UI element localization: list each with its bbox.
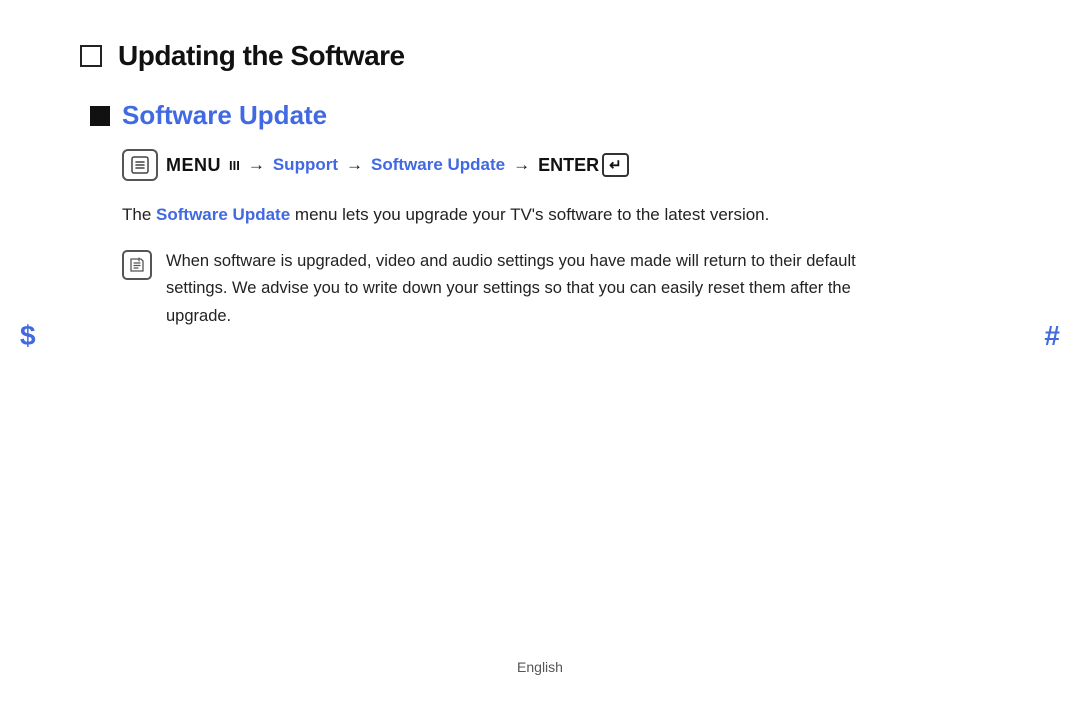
- menu-subscript: III: [229, 158, 240, 173]
- note-text: When software is upgraded, video and aud…: [166, 248, 920, 330]
- note-container: When software is upgraded, video and aud…: [122, 248, 920, 330]
- description-text: The Software Update menu lets you upgrad…: [122, 201, 920, 228]
- menu-label: MENU: [166, 155, 221, 176]
- section-title: Software Update: [122, 100, 327, 131]
- menu-icon: [122, 149, 158, 181]
- software-update-section: Software Update MENU III → Support → Soft…: [90, 100, 920, 330]
- description-blue-text: Software Update: [156, 205, 290, 224]
- checkbox-icon: [80, 45, 102, 67]
- arrow-2: →: [346, 155, 363, 175]
- side-marker-right: #: [1044, 320, 1060, 352]
- arrow-3: →: [513, 155, 530, 175]
- footer-language: English: [517, 659, 563, 675]
- arrow-1: →: [248, 155, 265, 175]
- side-marker-left: $: [20, 320, 36, 352]
- note-icon: [122, 250, 152, 280]
- support-link: Support: [273, 155, 338, 175]
- enter-label: ENTER↵: [538, 153, 629, 177]
- description-suffix: menu lets you upgrade your TV's software…: [295, 205, 769, 224]
- menu-path: MENU III → Support → Software Update → EN…: [122, 149, 920, 181]
- software-update-link: Software Update: [371, 155, 505, 175]
- enter-box-icon: ↵: [602, 153, 629, 177]
- description-prefix: The: [122, 205, 151, 224]
- main-title: Updating the Software: [118, 40, 405, 72]
- filled-square-icon: [90, 106, 110, 126]
- main-heading-container: Updating the Software: [80, 40, 920, 72]
- section-heading: Software Update: [90, 100, 920, 131]
